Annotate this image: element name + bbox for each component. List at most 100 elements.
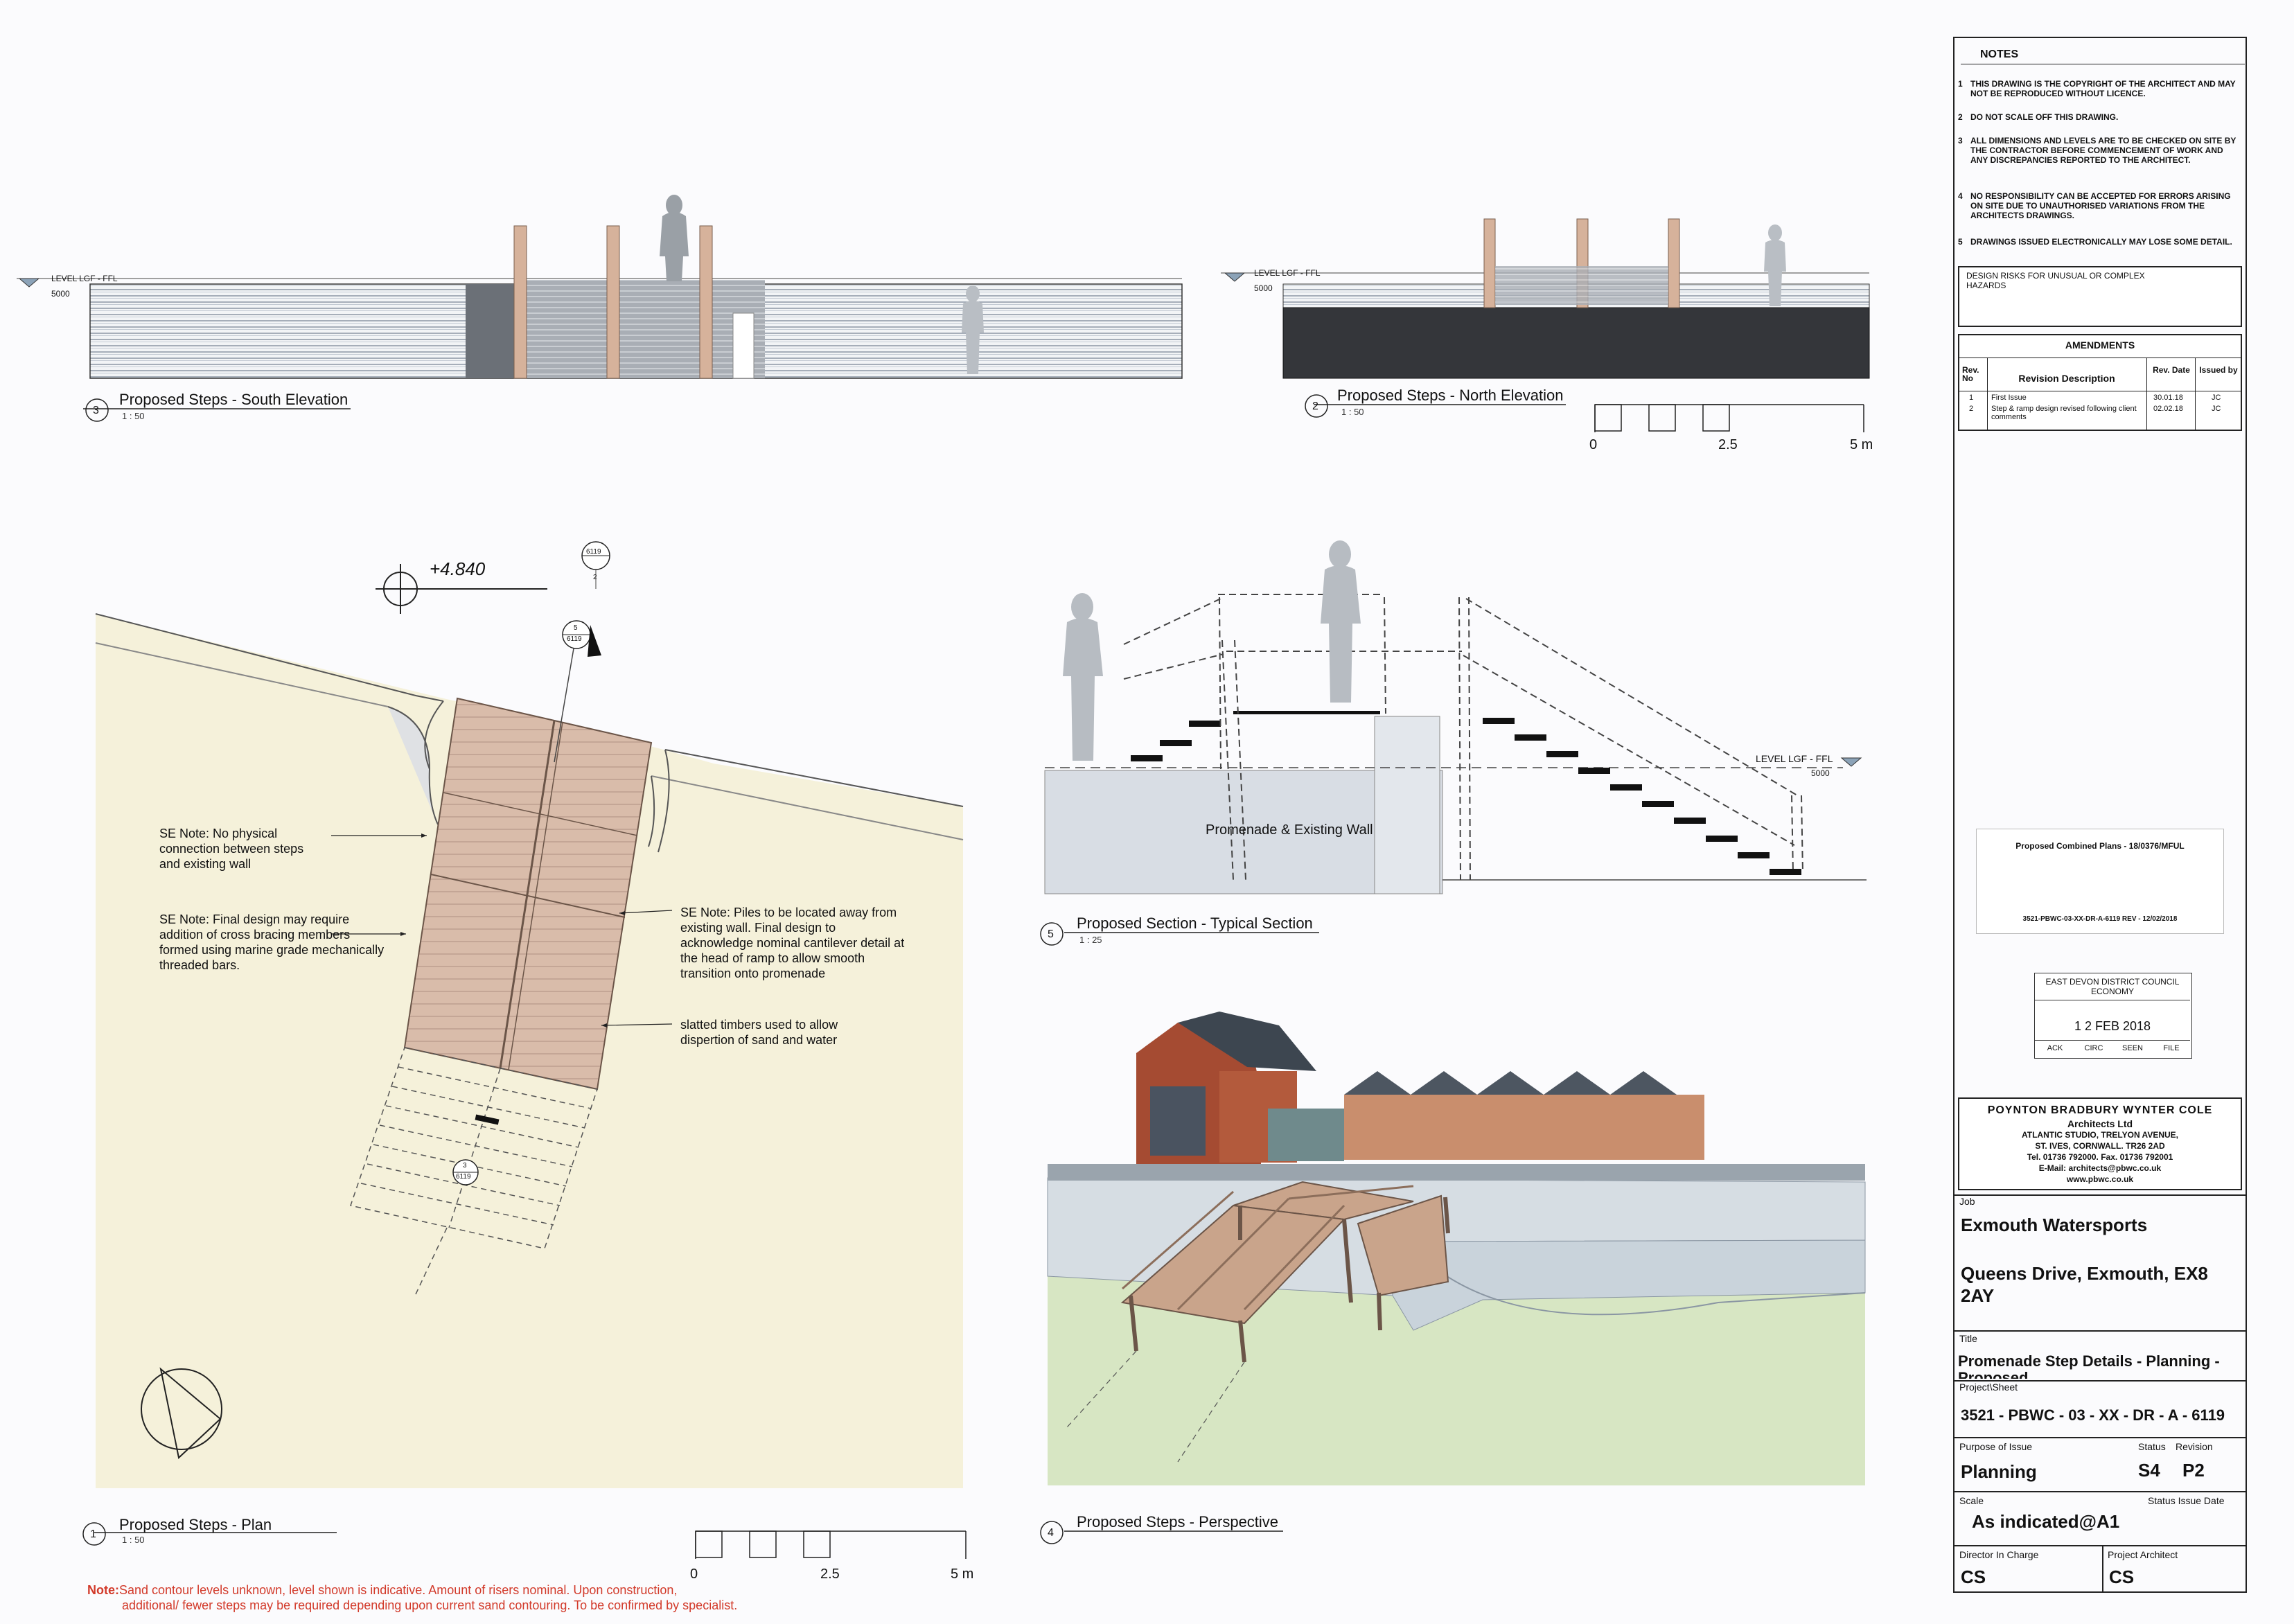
architect-email: E-Mail: architects@pbwc.co.uk xyxy=(2038,1163,2162,1173)
purpose-value: Planning xyxy=(1961,1461,2037,1482)
amend-row2-date: 02.02.18 xyxy=(2153,405,2183,413)
amendments-col-2 xyxy=(2146,358,2147,430)
amendments-heading: AMENDMENTS xyxy=(2065,339,2135,351)
section-view xyxy=(1044,540,1867,894)
stamp-cell-ack: ACK xyxy=(2047,1044,2063,1052)
south-elevation xyxy=(17,195,1183,379)
notes-item-3: ALL DIMENSIONS AND LEVELS ARE TO BE CHEC… xyxy=(1970,136,2236,165)
architect-address-1: ATLANTIC STUDIO, TRELYON AVENUE, xyxy=(2021,1130,2178,1140)
north-level-value: 5000 xyxy=(1254,283,1273,293)
notes-item-2: DO NOT SCALE OFF THIS DRAWING. xyxy=(1970,112,2119,122)
plan-level-marker: +4.840 xyxy=(430,558,486,579)
planning-sticker: Proposed Combined Plans - 18/0376/MFUL 3… xyxy=(1976,829,2224,934)
planning-sticker-title: Proposed Combined Plans - 18/0376/MFUL xyxy=(2015,841,2185,851)
status-issue-date-label: Status Issue Date xyxy=(2148,1495,2225,1506)
drawing-sheet xyxy=(17,37,2247,1593)
planning-sticker-ref: 3521-PBWC-03-XX-DR-A-6119 REV - 12/02/20… xyxy=(2022,915,2178,923)
stamp-rule-bottom xyxy=(2035,1040,2190,1041)
se-note-cross-bracing: SE Note: Final design may require additi… xyxy=(159,912,385,972)
council-stamp: EAST DEVON DISTRICT COUNCIL ECONOMY 1 2 … xyxy=(2034,973,2192,1059)
project-architect-label: Project Architect xyxy=(2108,1549,2178,1560)
title-rule xyxy=(1954,1330,2246,1332)
view-number-1: 1 xyxy=(90,1528,96,1540)
revision-value: P2 xyxy=(2182,1460,2205,1481)
plan-ref-mid-sub: 6119 xyxy=(567,635,582,643)
scale-bar-plan xyxy=(695,1530,967,1559)
footnote-line-2: additional/ fewer steps may be required … xyxy=(122,1598,738,1612)
plan-title: Proposed Steps - Plan xyxy=(119,1516,272,1533)
job-address-1: Queens Drive, Exmouth, EX8 xyxy=(1961,1263,2208,1284)
design-risks-box: DESIGN RISKS FOR UNUSUAL OR COMPLEX HAZA… xyxy=(1958,266,2242,327)
notes-item-4: NO RESPONSIBILITY CAN BE ACCEPTED FOR ER… xyxy=(1970,191,2231,220)
scale-plan-end: 5 m xyxy=(951,1566,974,1582)
notes-num-5: 5 xyxy=(1958,237,1963,247)
section-wall-label: Promenade & Existing Wall xyxy=(1206,822,1373,838)
stamp-line-2: ECONOMY xyxy=(2090,987,2134,996)
notes-num-4: 4 xyxy=(1958,191,1963,201)
architect-block: POYNTON BRADBURY WYNTER COLE Architects … xyxy=(1958,1097,2242,1190)
architect-address-2: ST. IVES, CORNWALL. TR26 2AD xyxy=(2035,1141,2165,1151)
north-elevation-scale: 1 : 50 xyxy=(1341,407,1364,417)
scale-bar-north xyxy=(1594,404,1864,432)
south-elevation-scale: 1 : 50 xyxy=(122,411,145,421)
project-architect-value: CS xyxy=(2109,1566,2135,1587)
section-scale: 1 : 25 xyxy=(1079,935,1102,945)
job-label: Job xyxy=(1959,1196,1975,1207)
footnote-line-1: Sand contour levels unknown, level shown… xyxy=(119,1583,678,1597)
footnote-label: Note: xyxy=(87,1583,119,1597)
purpose-label: Purpose of Issue xyxy=(1959,1441,2033,1452)
amendments-header-issued: Issued by xyxy=(2199,365,2238,375)
plan-ref-bottom-sub: 6119 xyxy=(456,1173,471,1181)
view-number-5: 5 xyxy=(1048,928,1054,940)
amendments-header-rev: Rev. No xyxy=(1962,365,1979,383)
notes-item-1: THIS DRAWING IS THE COPYRIGHT OF THE ARC… xyxy=(1970,79,2236,98)
stamp-line-1: EAST DEVON DISTRICT COUNCIL xyxy=(2045,977,2180,987)
north-elevation-title: Proposed Steps - North Elevation xyxy=(1337,387,1564,404)
drawing-title-2: Proposed xyxy=(1958,1369,2029,1379)
view-number-4: 4 xyxy=(1048,1527,1054,1539)
architect-name: POYNTON BRADBURY WYNTER COLE xyxy=(1987,1104,2213,1116)
people-rule xyxy=(1954,1545,2246,1546)
title-label: Title xyxy=(1959,1333,1977,1344)
north-elevation xyxy=(1221,218,1870,379)
se-note-no-connection: SE Note: No physical connection between … xyxy=(159,827,304,871)
scale-label: Scale xyxy=(1959,1495,1984,1506)
scale-plan-mid: 2.5 xyxy=(820,1566,840,1582)
scale-value: As indicated@A1 xyxy=(1972,1511,2120,1532)
notes-heading: NOTES xyxy=(1980,48,2019,60)
amendments-col-1 xyxy=(1987,358,1988,430)
amendments-header-date: Rev. Date xyxy=(2153,365,2190,375)
scale-rule xyxy=(1954,1491,2246,1492)
stamp-date: 1 2 FEB 2018 xyxy=(2074,1019,2151,1033)
purpose-rule xyxy=(1954,1437,2246,1438)
se-note-piles: SE Note: Piles to be located away from e… xyxy=(680,906,905,980)
amend-row1-date: 30.01.18 xyxy=(2153,394,2183,402)
view-number-2: 2 xyxy=(1312,400,1318,412)
design-risks-text: DESIGN RISKS FOR UNUSUAL OR COMPLEX HAZA… xyxy=(1966,271,2145,290)
project-label: Project\Sheet xyxy=(1959,1382,2018,1393)
scale-plan-zero: 0 xyxy=(690,1566,698,1582)
south-level-label: LEVEL LGF - FFL xyxy=(51,274,118,283)
view-number-3: 3 xyxy=(93,405,99,416)
north-level-label: LEVEL LGF - FFL xyxy=(1254,268,1321,278)
scale-north-end: 5 m xyxy=(1850,437,1873,452)
drawing-title-1: Promenade Step Details - Planning - xyxy=(1958,1352,2220,1370)
footnote: Note:Sand contour levels unknown, level … xyxy=(87,1584,677,1596)
job-name: Exmouth Watersports xyxy=(1961,1215,2148,1235)
plan-ref-bottom: 3 xyxy=(463,1162,467,1170)
stamp-cell-file: FILE xyxy=(2163,1044,2180,1052)
amend-row2-desc: Step & ramp design revised following cli… xyxy=(1991,405,2137,421)
amend-row1-rev: 1 xyxy=(1969,394,1974,402)
stamp-cell-seen: SEEN xyxy=(2122,1044,2143,1052)
section-title: Proposed Section - Typical Section xyxy=(1077,915,1313,932)
south-elevation-title: Proposed Steps - South Elevation xyxy=(119,391,348,408)
amendments-header-desc: Revision Description xyxy=(2018,373,2115,384)
scale-north-zero: 0 xyxy=(1589,437,1598,452)
project-number: 3521 - PBWC - 03 - XX - DR - A - 6119 xyxy=(1961,1406,2225,1424)
south-level-value: 5000 xyxy=(51,289,70,299)
plan-ref-top-sub: 2 xyxy=(593,574,597,581)
notes-num-3: 3 xyxy=(1958,136,1963,145)
stamp-cell-circ: CIRC xyxy=(2084,1044,2103,1052)
people-divider xyxy=(2102,1545,2103,1592)
amendments-col-3 xyxy=(2195,358,2196,430)
